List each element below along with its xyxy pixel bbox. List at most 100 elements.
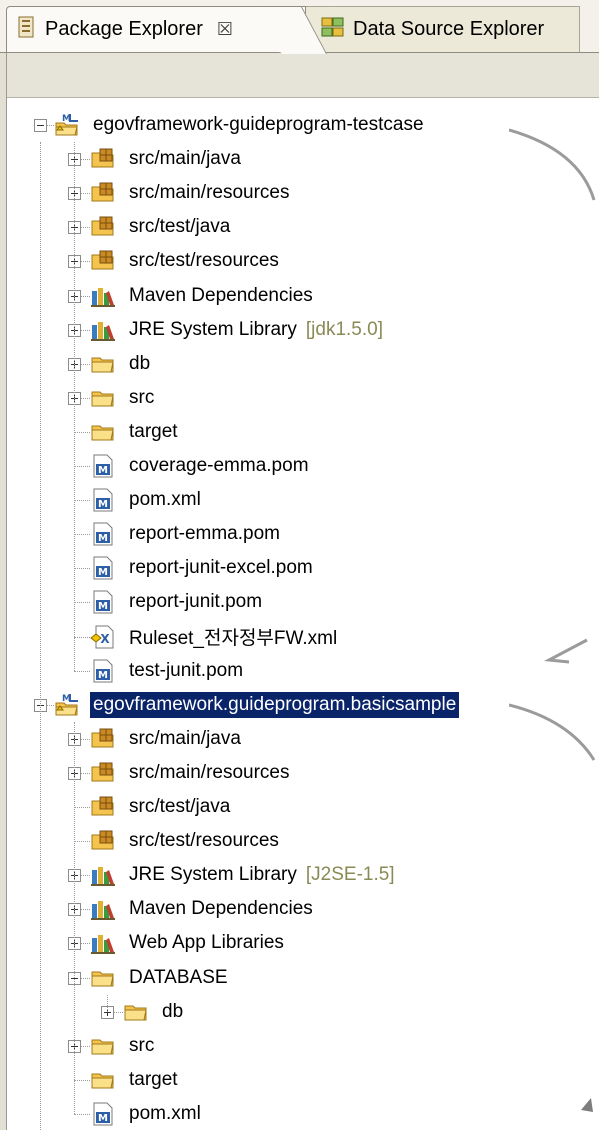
tree-item[interactable]: JRE System Library [J2SE-1.5] (90, 858, 395, 892)
folder-icon (90, 351, 116, 377)
tree-item[interactable]: Mtest-junit.pom (90, 654, 246, 688)
svg-text:M: M (98, 567, 108, 578)
tree-item-label: pom.xml (129, 489, 201, 511)
tree-item[interactable]: db (123, 995, 186, 1029)
tree-item-label: src (129, 1034, 155, 1056)
folder-icon (90, 1067, 116, 1093)
tree-item-label: report-junit.pom (129, 591, 263, 613)
svg-text:M: M (98, 533, 108, 544)
tree-item[interactable]: target (90, 1063, 181, 1097)
tree-item[interactable]: X Ruleset_전자정부FW.xml (90, 620, 340, 654)
tree-item-label: JRE System Library (129, 318, 297, 340)
tree-item-label: src/test/java (129, 796, 231, 817)
tree-item[interactable]: Web App Libraries (90, 926, 287, 960)
pom-file-icon: M (90, 658, 116, 684)
tree-item[interactable]: DATABASE (90, 961, 231, 995)
tree-connector (74, 500, 90, 501)
tree-item-label: coverage-emma.pom (129, 455, 309, 476)
pom-file-icon: M (90, 521, 116, 547)
tree-connector (74, 637, 90, 638)
tree-item[interactable]: src (90, 381, 157, 415)
tree-item[interactable]: Mpom.xml (90, 483, 204, 517)
tree-item[interactable]: target (90, 415, 181, 449)
tree-connector (74, 1080, 90, 1081)
maven-project-icon: M (54, 692, 80, 718)
tree-item-label: JRE System Library (129, 864, 297, 886)
tree-item-label: src/main/resources (129, 761, 290, 783)
tree-item[interactable]: src/test/resources (90, 824, 282, 858)
tree-connector (74, 568, 90, 569)
svg-text:M: M (98, 1113, 108, 1124)
project-testcase[interactable]: M egovframework-guideprogram-testcase (54, 108, 427, 142)
source-folder-icon (90, 794, 116, 820)
library-icon (90, 317, 116, 343)
tree-item-label: src/test/resources (129, 830, 279, 852)
package-explorer-icon (17, 16, 37, 44)
tree-connector (74, 671, 90, 672)
tree-item[interactable]: Mreport-junit.pom (90, 585, 265, 619)
tree-item[interactable]: src/main/resources (90, 756, 293, 790)
tab-package-explorer[interactable]: Package Explorer ☒ (6, 6, 306, 52)
folder-icon (123, 999, 149, 1025)
svg-text:M: M (98, 465, 108, 476)
source-folder-icon (90, 828, 116, 854)
tree-item-label: test-junit.pom (129, 659, 244, 681)
folder-icon (90, 419, 116, 445)
library-icon (90, 896, 116, 922)
tree-item-label: DATABASE (129, 966, 228, 988)
tree-guide (74, 721, 75, 1114)
tree-item[interactable]: src/main/java (90, 722, 244, 756)
library-icon (90, 862, 116, 888)
tree-item-label: Web App Libraries (129, 932, 284, 954)
tree-item[interactable]: Mcoverage-emma.pom (90, 449, 312, 483)
close-icon[interactable]: ☒ (217, 19, 233, 40)
pom-file-icon: M (90, 1101, 116, 1127)
tree-item-label: src/main/java (129, 148, 241, 170)
tree-item[interactable]: src (90, 1029, 157, 1063)
tree-item[interactable]: Mpom.xml (90, 1097, 204, 1130)
source-folder-icon (90, 146, 116, 172)
project-basicsample[interactable]: M egovframework.guideprogram.basicsample (54, 688, 460, 722)
tree-item[interactable]: Maven Dependencies (90, 279, 316, 313)
tree-item-label: src/main/java (129, 727, 241, 749)
collapse-icon[interactable] (34, 119, 47, 132)
tree-item-label: src/main/resources (129, 182, 290, 204)
tree-item-label: report-emma.pom (129, 523, 280, 545)
tree-item[interactable]: src/test/resources (90, 244, 282, 278)
tree-item[interactable]: src/test/java (90, 790, 233, 824)
source-folder-icon (90, 214, 116, 240)
tree-item[interactable]: Maven Dependencies (90, 892, 316, 926)
maven-project-icon: M (54, 112, 80, 138)
tree-item[interactable]: JRE System Library [jdk1.5.0] (90, 313, 383, 347)
folder-icon (90, 965, 116, 991)
tree-guide (107, 994, 108, 1012)
folder-icon (90, 385, 116, 411)
tree-item-label: db (129, 352, 151, 374)
tree-connector (74, 602, 90, 603)
tab-label: Package Explorer (45, 18, 203, 40)
source-folder-icon (90, 726, 116, 752)
svg-text:X: X (100, 632, 110, 646)
source-folder-icon (90, 248, 116, 274)
library-icon (90, 930, 116, 956)
tree-item[interactable]: src/test/java (90, 210, 233, 244)
tree-item-label: egovframework-guideprogram-testcase (93, 114, 424, 135)
tree-item-label: Maven Dependencies (129, 898, 313, 920)
tree-guide (40, 142, 41, 1130)
tree-item[interactable]: src/main/java (90, 142, 244, 176)
svg-text:M: M (98, 601, 108, 612)
tree-item[interactable]: Mreport-emma.pom (90, 517, 283, 551)
tree-item-label: report-junit-excel.pom (129, 557, 313, 579)
svg-text:M: M (98, 670, 108, 681)
pom-file-icon: M (90, 453, 116, 479)
annotation-arcs (509, 128, 596, 1112)
tree-item[interactable]: Mreport-junit-excel.pom (90, 551, 316, 585)
tree-item[interactable]: db (90, 347, 153, 381)
tree-guide (74, 142, 75, 671)
tree-connector (74, 841, 90, 842)
tree-item-label: src (129, 386, 155, 408)
source-folder-icon (90, 180, 116, 206)
tree-item-label: target (129, 1068, 178, 1090)
tree-item-label: target (129, 420, 178, 442)
tree-item[interactable]: src/main/resources (90, 176, 293, 210)
